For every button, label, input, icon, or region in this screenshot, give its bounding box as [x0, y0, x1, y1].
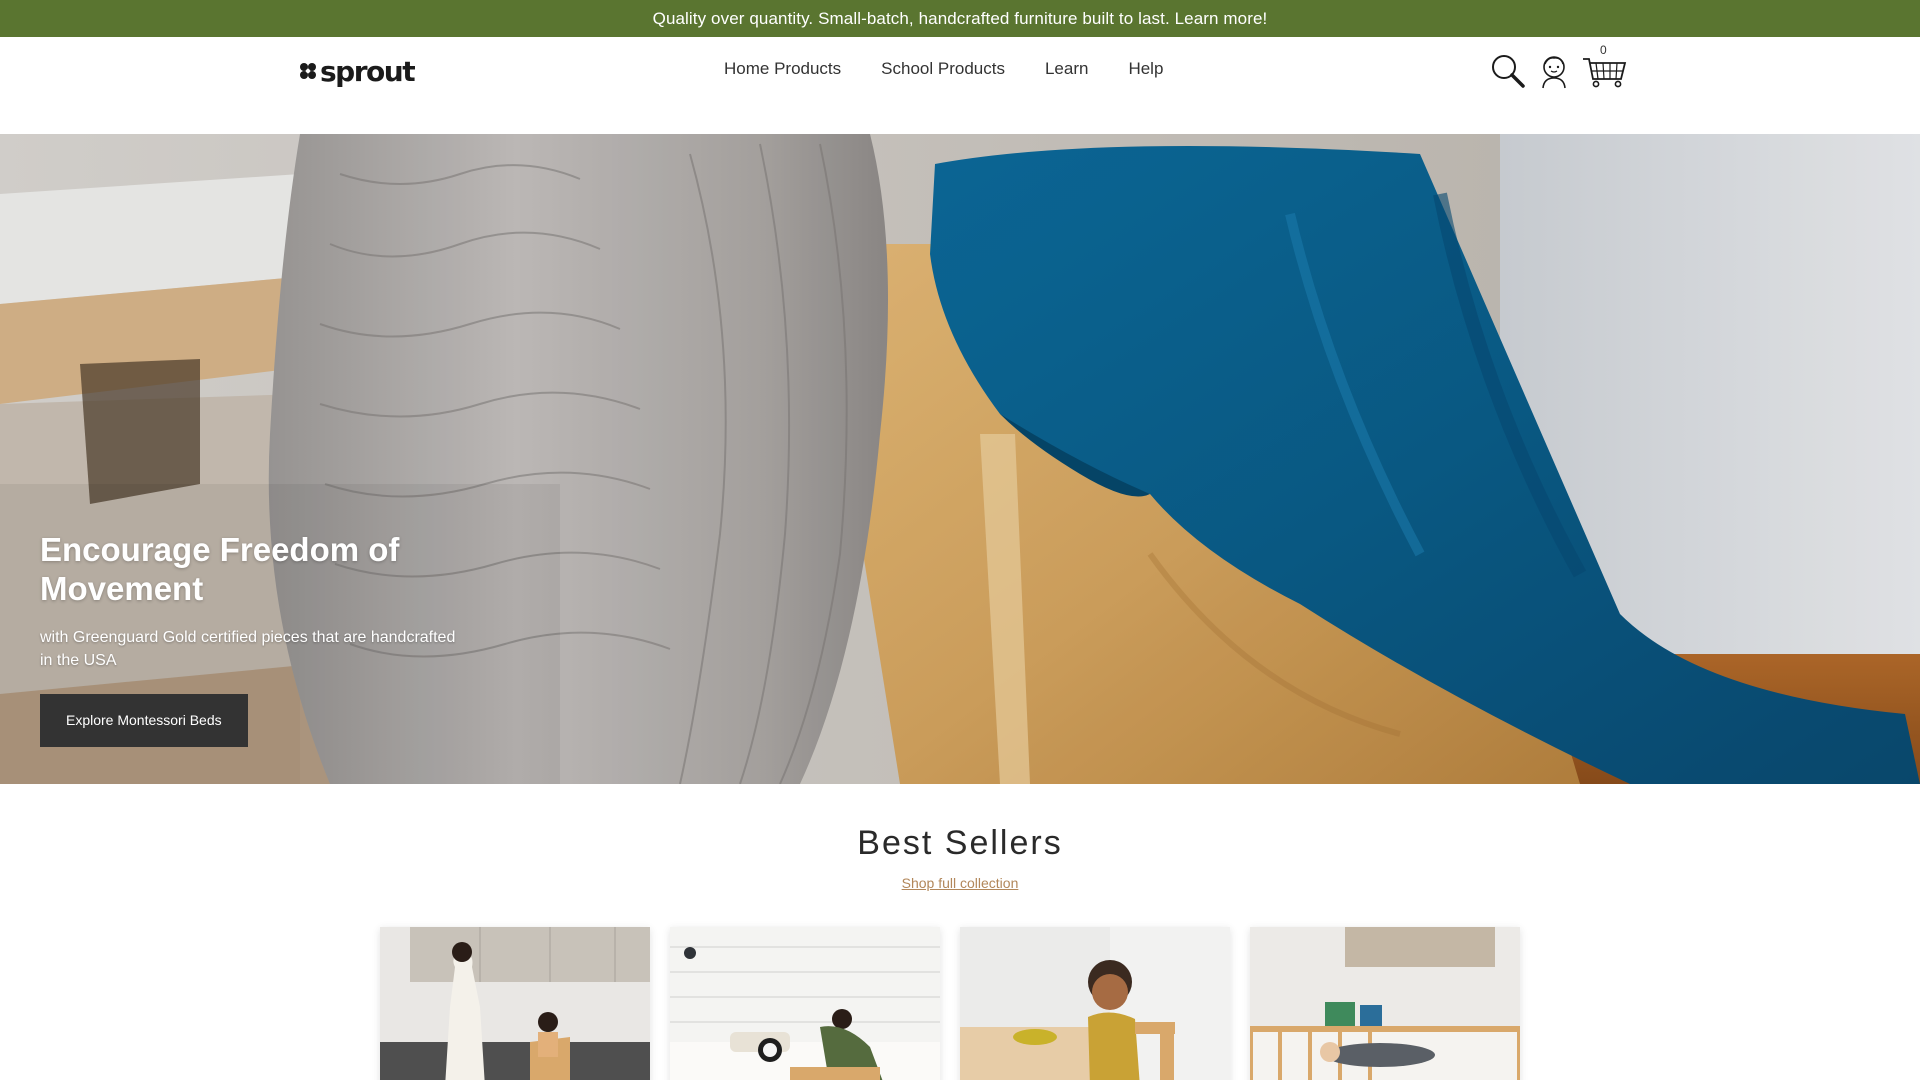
- product-cards: [380, 927, 1520, 1080]
- search-button[interactable]: [1488, 51, 1528, 91]
- product-card[interactable]: [960, 927, 1230, 1080]
- site-header: sprout Home Products School Products Lea…: [0, 37, 1920, 134]
- product-image: [380, 927, 650, 1080]
- announcement-text[interactable]: Quality over quantity. Small-batch, hand…: [653, 9, 1268, 29]
- hero-subtitle: with Greenguard Gold certified pieces th…: [40, 629, 456, 669]
- cart-count: 0: [1600, 43, 1607, 57]
- header-icons: 0: [1488, 43, 1628, 95]
- account-button[interactable]: [1534, 51, 1574, 91]
- shop-full-collection-link[interactable]: Shop full collection: [902, 875, 1019, 891]
- main-nav: Home Products School Products Learn Help: [724, 59, 1163, 79]
- cart-icon: [1583, 58, 1627, 88]
- logo-mark-icon: [300, 63, 316, 79]
- product-card[interactable]: [1250, 927, 1520, 1080]
- hero-content: Encourage Freedom of Movement with Green…: [40, 530, 460, 747]
- best-sellers-section: Best Sellers Shop full collection: [0, 784, 1920, 1080]
- product-card[interactable]: [380, 927, 650, 1080]
- logo-text: sprout: [320, 54, 416, 88]
- nav-help[interactable]: Help: [1128, 59, 1163, 79]
- search-icon: [1492, 55, 1525, 88]
- nav-home-products[interactable]: Home Products: [724, 59, 841, 79]
- logo[interactable]: sprout: [298, 53, 416, 89]
- nav-school-products[interactable]: School Products: [881, 59, 1005, 79]
- hero-title: Encourage Freedom of Movement: [40, 531, 400, 607]
- announcement-bar[interactable]: Quality over quantity. Small-batch, hand…: [0, 0, 1920, 37]
- cart-button[interactable]: 0: [1580, 43, 1628, 91]
- product-card[interactable]: [670, 927, 940, 1080]
- hero-banner: Encourage Freedom of Movement with Green…: [0, 134, 1920, 784]
- explore-montessori-beds-button[interactable]: Explore Montessori Beds: [40, 694, 248, 747]
- nav-learn[interactable]: Learn: [1045, 59, 1088, 79]
- product-image: [670, 927, 940, 1080]
- product-image: [1250, 927, 1520, 1080]
- account-icon: [1542, 56, 1566, 89]
- product-image: [960, 927, 1230, 1080]
- best-sellers-title: Best Sellers: [857, 824, 1063, 862]
